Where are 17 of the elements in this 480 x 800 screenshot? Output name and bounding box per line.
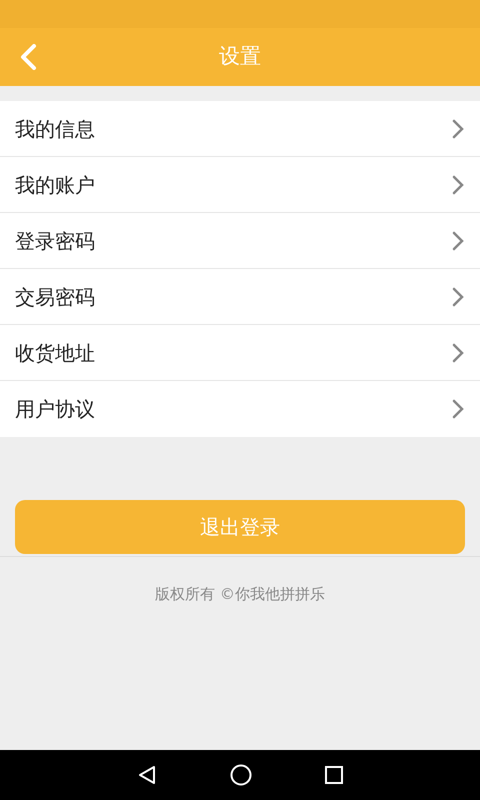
home-icon[interactable] (230, 764, 252, 786)
menu-item[interactable]: 交易密码 (0, 269, 480, 325)
menu-item[interactable]: 我的信息 (0, 101, 480, 157)
page-title: 设置 (219, 43, 261, 70)
chevron-icon (452, 230, 464, 250)
menu-item[interactable]: 用户协议 (0, 381, 480, 437)
chevron-icon (452, 399, 464, 419)
back-icon[interactable] (136, 765, 157, 785)
chevron-icon (452, 118, 464, 138)
menu-item[interactable]: 我的账户 (0, 157, 480, 213)
chevron-icon (452, 174, 464, 194)
copyright-text: 版权所有 ©你我他拼拼乐 (155, 584, 325, 605)
recent-apps-icon[interactable] (325, 766, 344, 784)
chevron-icon (452, 286, 464, 306)
menu-item[interactable]: 登录密码 (0, 213, 480, 269)
menu-item[interactable]: 收货地址 (0, 325, 480, 381)
chevron-icon (452, 342, 464, 362)
